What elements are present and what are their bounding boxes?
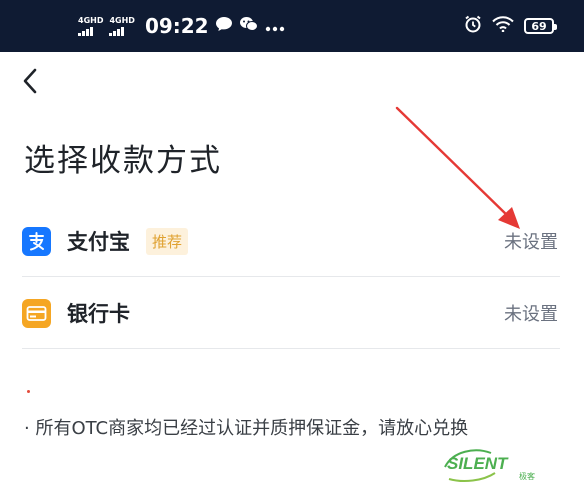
- payment-method-status: 未设置: [504, 232, 558, 253]
- payment-method-bank-card[interactable]: 银行卡 未设置: [22, 278, 560, 349]
- signal-indicator-1: 4GHD: [78, 15, 104, 36]
- alarm-icon: [464, 15, 482, 37]
- signal-bars-icon: [78, 26, 93, 36]
- status-bar-left: 4GHD 4GHD 09:22: [78, 13, 285, 39]
- clock: 09:22: [144, 14, 209, 38]
- alipay-icon: [22, 226, 51, 256]
- page-title: 选择收款方式: [24, 143, 222, 179]
- payment-method-label: 支付宝: [67, 230, 130, 254]
- more-icon: [265, 17, 285, 36]
- battery-icon: 69: [524, 18, 557, 34]
- chevron-left-icon: [23, 68, 37, 94]
- signal-indicator-2: 4GHD: [109, 15, 135, 36]
- bank-card-icon: [22, 298, 51, 328]
- network-type-label: 4GHD: [78, 15, 104, 25]
- watermark-logo: SILENT 极客: [444, 449, 535, 482]
- payment-method-status: 未设置: [504, 304, 558, 325]
- wifi-icon: [492, 16, 514, 36]
- back-button[interactable]: [18, 64, 46, 98]
- message-icon: [215, 16, 233, 36]
- watermark-subtext: 极客: [519, 471, 535, 481]
- network-type-label: 4GHD: [109, 15, 135, 25]
- recommended-badge: 推荐: [146, 227, 189, 255]
- battery-level: 69: [531, 19, 547, 33]
- status-bar: 4GHD 4GHD 09:22 69: [0, 0, 584, 52]
- watermark-text: SILENT: [447, 454, 509, 473]
- wechat-icon: [239, 16, 259, 36]
- otc-merchant-note: · 所有OTC商家均已经过认证并质押保证金，请放心兑换: [24, 418, 469, 439]
- payment-method-alipay[interactable]: 支付宝 推荐 未设置: [22, 206, 560, 277]
- signal-bars-icon: [109, 26, 125, 36]
- red-dot-marker: [27, 390, 30, 393]
- status-bar-right: 69: [464, 13, 557, 39]
- payment-method-label: 银行卡: [67, 302, 130, 326]
